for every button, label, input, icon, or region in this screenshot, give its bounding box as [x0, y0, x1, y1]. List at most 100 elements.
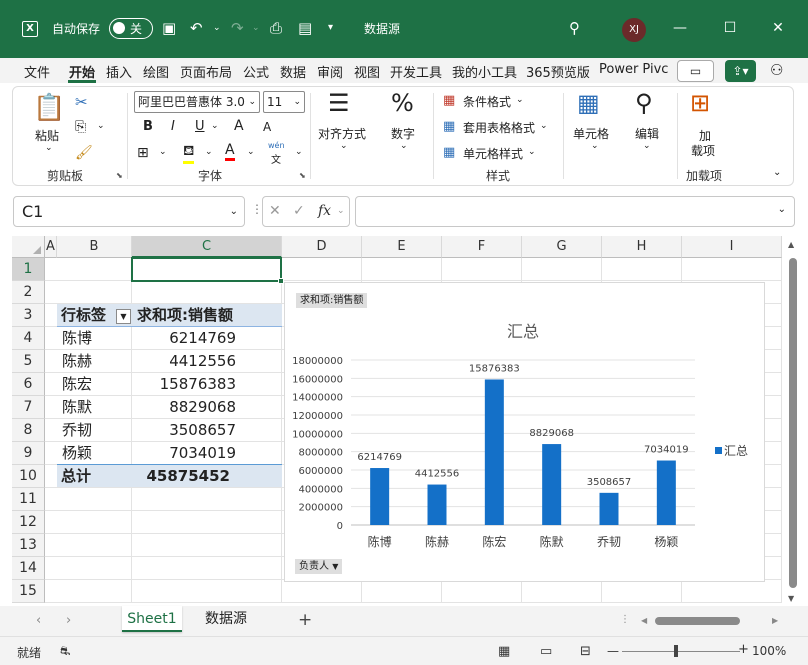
- pivot-row-value[interactable]: 8829068: [132, 396, 282, 419]
- tab-formulas[interactable]: 公式: [243, 62, 269, 81]
- phonetic-dropdown-icon[interactable]: ⌄: [295, 147, 303, 157]
- tab-data[interactable]: 数据: [280, 62, 306, 81]
- scroll-up-icon[interactable]: ▲: [788, 240, 794, 249]
- paste-icon[interactable]: 📋: [33, 93, 65, 123]
- fill-color-icon[interactable]: ⛾: [183, 143, 195, 164]
- pivot-row-label[interactable]: 乔韧: [57, 419, 132, 442]
- alignment-icon[interactable]: ☰: [328, 89, 350, 117]
- row-label-filter-button[interactable]: ▼: [116, 309, 131, 324]
- italic-button[interactable]: I: [171, 119, 175, 134]
- border-icon[interactable]: ⊞: [137, 145, 149, 161]
- format-table-dropdown-icon[interactable]: ⌄: [540, 121, 548, 131]
- vertical-scrollbar[interactable]: ▲ ▼: [783, 236, 803, 606]
- search-icon[interactable]: ⚲: [569, 19, 580, 37]
- normal-view-icon[interactable]: ▦: [498, 644, 510, 659]
- collapse-ribbon-icon[interactable]: ⌄: [773, 167, 781, 178]
- expand-formula-icon[interactable]: ⌄: [778, 204, 786, 215]
- column-header-i[interactable]: I: [682, 236, 782, 258]
- border-dropdown-icon[interactable]: ⌄: [159, 147, 167, 157]
- paste-label[interactable]: 粘贴: [35, 127, 59, 144]
- column-header-f[interactable]: F: [442, 236, 522, 258]
- column-header-g[interactable]: G: [522, 236, 602, 258]
- clipboard-launcher-icon[interactable]: ⬊: [116, 171, 123, 180]
- format-table-icon[interactable]: ▦: [443, 119, 455, 134]
- add-sheet-icon[interactable]: +: [298, 610, 312, 630]
- underline-dropdown-icon[interactable]: ⌄: [211, 121, 219, 131]
- font-color-icon[interactable]: A: [225, 143, 235, 161]
- select-all-button[interactable]: [12, 236, 45, 258]
- cell-styles-dropdown-icon[interactable]: ⌄: [528, 147, 536, 157]
- row-header-10[interactable]: 10: [12, 465, 45, 488]
- undo-dropdown-icon[interactable]: ⌄: [213, 19, 221, 37]
- cut-icon[interactable]: ✂: [75, 93, 88, 111]
- conditional-format-icon[interactable]: ▦: [443, 93, 455, 108]
- chart-axis-field-button[interactable]: 负责人 ▼: [295, 559, 343, 574]
- tab-my-tools[interactable]: 我的小工具: [452, 62, 517, 81]
- shrink-font-button[interactable]: A: [263, 120, 271, 134]
- cells-label[interactable]: 单元格: [573, 125, 609, 142]
- active-cell[interactable]: [131, 257, 284, 284]
- tab-review[interactable]: 审阅: [317, 62, 343, 81]
- horizontal-scroll-thumb[interactable]: [655, 617, 740, 625]
- avatar[interactable]: XJ: [622, 18, 646, 42]
- tab-file[interactable]: 文件: [24, 62, 50, 81]
- row-header-7[interactable]: 7: [12, 396, 45, 419]
- row-header-11[interactable]: 11: [12, 488, 45, 511]
- share-button[interactable]: ⇪▾: [725, 60, 756, 82]
- autosave-toggle[interactable]: 关: [109, 18, 153, 39]
- column-header-b[interactable]: B: [57, 236, 132, 258]
- addins-label-2[interactable]: 载项: [691, 142, 715, 159]
- zoom-slider-thumb[interactable]: [674, 645, 678, 657]
- pivot-row-value[interactable]: 6214769: [132, 327, 282, 350]
- sheet-tab-data-source[interactable]: 数据源: [194, 606, 258, 632]
- font-size-select[interactable]: 11 ⌄: [263, 91, 305, 113]
- row-header-6[interactable]: 6: [12, 373, 45, 396]
- row-header-12[interactable]: 12: [12, 511, 45, 534]
- row-header-9[interactable]: 9: [12, 442, 45, 465]
- tab-view[interactable]: 视图: [354, 62, 380, 81]
- copy-icon[interactable]: ⎘: [75, 119, 86, 135]
- row-header-2[interactable]: 2: [12, 281, 45, 304]
- pivot-row-value[interactable]: 7034019: [132, 442, 282, 465]
- grow-font-button[interactable]: A: [234, 118, 244, 134]
- pivot-row-value[interactable]: 3508657: [132, 419, 282, 442]
- next-sheet-icon[interactable]: ›: [66, 613, 71, 628]
- accessibility-icon[interactable]: ⛐: [60, 644, 70, 660]
- touch-mode-icon[interactable]: ⎙: [270, 19, 282, 37]
- row-header-8[interactable]: 8: [12, 419, 45, 442]
- person-icon[interactable]: ⚇: [770, 61, 783, 79]
- more-sheets-icon[interactable]: ⋮: [620, 614, 630, 625]
- cells-dropdown-icon[interactable]: ⌄: [591, 141, 599, 151]
- vertical-scroll-thumb[interactable]: [789, 258, 797, 588]
- comments-button[interactable]: ▭: [677, 60, 714, 82]
- number-label[interactable]: 数字: [391, 125, 415, 142]
- fx-dropdown-icon[interactable]: ⌄: [337, 206, 345, 216]
- tab-insert[interactable]: 插入: [106, 62, 132, 81]
- copy-dropdown-icon[interactable]: ⌄: [97, 121, 105, 131]
- phonetic-char[interactable]: 文: [271, 151, 281, 166]
- pivot-row-label[interactable]: 陈宏: [57, 373, 132, 396]
- paste-dropdown-icon[interactable]: ⌄: [45, 143, 53, 153]
- format-as-table-button[interactable]: 套用表格格式: [463, 119, 535, 136]
- column-header-a[interactable]: A: [45, 236, 57, 258]
- font-name-select[interactable]: 阿里巴巴普惠体 3.0 ⌄: [134, 91, 260, 113]
- cell-styles-button[interactable]: 单元格样式: [463, 145, 523, 162]
- conditional-format-dropdown-icon[interactable]: ⌄: [516, 95, 524, 105]
- column-header-c[interactable]: C: [132, 236, 282, 258]
- form-icon[interactable]: ▤: [298, 19, 312, 37]
- row-header-14[interactable]: 14: [12, 557, 45, 580]
- tab-page-layout[interactable]: 页面布局: [180, 62, 232, 81]
- row-header-1[interactable]: 1: [12, 258, 45, 281]
- font-color-dropdown-icon[interactable]: ⌄: [247, 147, 255, 157]
- tab-power-pivot[interactable]: Power Pivc: [599, 62, 668, 77]
- pivot-chart[interactable]: 求和项:销售额 汇总 0 2000000 4000000 6000000 8000000 1…: [284, 282, 765, 582]
- cell-styles-icon[interactable]: ▦: [443, 145, 455, 160]
- page-layout-view-icon[interactable]: ▭: [540, 644, 552, 659]
- fill-color-dropdown-icon[interactable]: ⌄: [205, 147, 213, 157]
- bold-button[interactable]: B: [143, 119, 153, 134]
- pivot-row-label[interactable]: 陈赫: [57, 350, 132, 373]
- editing-label[interactable]: 编辑: [635, 125, 659, 142]
- scroll-down-icon[interactable]: ▼: [788, 594, 794, 603]
- maximize-icon[interactable]: ☐: [720, 18, 740, 38]
- sheet-tab-sheet1[interactable]: Sheet1: [122, 606, 182, 632]
